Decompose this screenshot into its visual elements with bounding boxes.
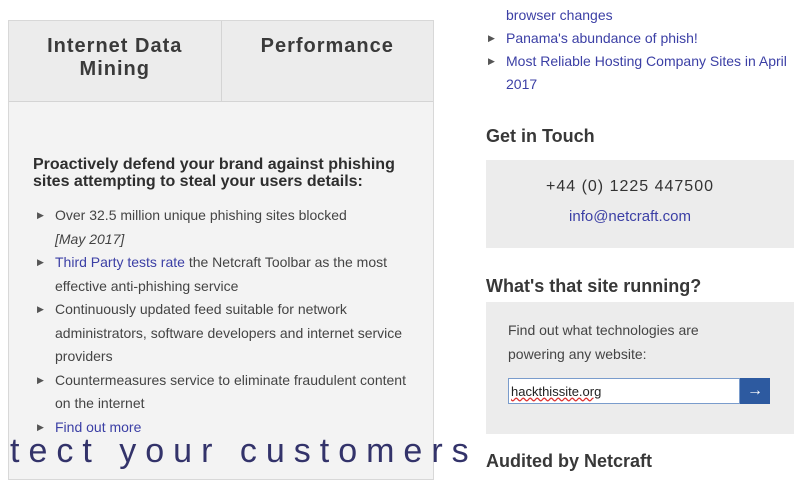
tab-label: Internet Data Mining: [47, 35, 183, 80]
news-link[interactable]: Most Reliable Hosting Company Sites in A…: [506, 53, 787, 92]
service-tabs: Internet Data Mining Performance: [9, 21, 433, 102]
bullet-text: Continuously updated feed suitable for n…: [55, 301, 403, 364]
list-item[interactable]: ▶ Most Reliable Hosting Company Sites in…: [486, 50, 794, 96]
bullet-arrow-icon: ▶: [37, 210, 44, 220]
third-party-tests-link[interactable]: Third Party tests rate: [55, 254, 185, 270]
audited-title: Audited by Netcraft: [486, 451, 653, 471]
bullet-text: Over 32.5 million unique phishing sites …: [55, 207, 347, 223]
news-link[interactable]: Panama's abundance of phish!: [506, 30, 698, 46]
email-link[interactable]: info@netcraft.com: [486, 208, 774, 225]
list-item: ▶ Continuously updated feed suitable for…: [33, 298, 409, 369]
site-lookup-form: hackthissite.org →: [508, 378, 770, 404]
list-item: ▶ Countermeasures service to eliminate f…: [33, 369, 409, 416]
tab-content: Proactively defend your brand against ph…: [9, 102, 433, 439]
bullet-arrow-icon: ▶: [37, 257, 44, 267]
site-url-value: hackthissite.org: [511, 383, 602, 399]
arrow-right-icon: →: [747, 382, 763, 399]
phone-number: +44 (0) 1225 447500: [545, 178, 714, 195]
bullet-arrow-icon: ▶: [37, 304, 44, 314]
tab-label: Performance: [260, 35, 394, 57]
tab-performance[interactable]: Performance: [220, 21, 433, 101]
contact-title: Get in Touch: [486, 126, 595, 146]
bullet-date: [May 2017]: [55, 230, 125, 247]
bullet-arrow-icon: ▶: [488, 56, 495, 66]
tab-internet-data-mining[interactable]: Internet Data Mining: [9, 21, 221, 101]
feature-list: ▶ Over 32.5 million unique phishing site…: [33, 204, 409, 439]
bullet-arrow-icon: ▶: [488, 33, 495, 43]
cutoff-heading: tect your customers: [10, 432, 478, 470]
contact-box: +44 (0) 1225 447500 info@netcraft.com: [486, 160, 794, 248]
site-url-input[interactable]: hackthissite.org: [508, 378, 740, 404]
news-link[interactable]: browser changes: [506, 7, 613, 23]
services-panel: Internet Data Mining Performance Proacti…: [8, 20, 434, 480]
bullet-text: Countermeasures service to eliminate fra…: [55, 371, 406, 412]
sidebar: browser changes ▶ Panama's abundance of …: [486, 0, 794, 480]
site-lookup-box: Find out what technologies are powering …: [486, 302, 794, 434]
section-headline: Proactively defend your brand against ph…: [33, 156, 395, 190]
list-item: ▶ Over 32.5 million unique phishing site…: [33, 204, 409, 251]
list-item[interactable]: ▶ Panama's abundance of phish!: [486, 27, 794, 50]
site-lookup-title: What's that site running?: [486, 276, 702, 296]
list-item[interactable]: browser changes: [486, 4, 794, 27]
site-lookup-description: Find out what technologies are powering …: [508, 322, 699, 362]
news-list: browser changes ▶ Panama's abundance of …: [486, 4, 794, 96]
lookup-submit-button[interactable]: →: [740, 378, 770, 404]
bullet-arrow-icon: ▶: [37, 374, 44, 385]
list-item: ▶ Third Party tests rate the Netcraft To…: [33, 251, 409, 298]
